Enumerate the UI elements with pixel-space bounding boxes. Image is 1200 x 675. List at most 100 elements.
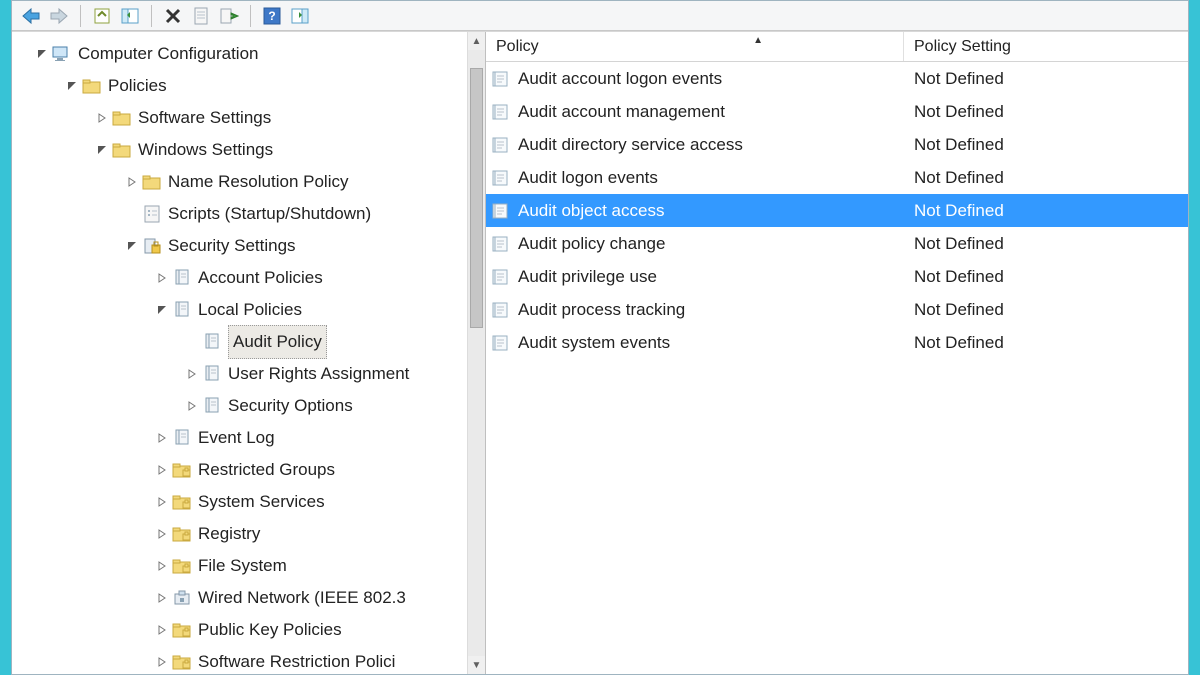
tree-item[interactable]: Windows Settings xyxy=(16,134,485,166)
policy-setting: Not Defined xyxy=(914,168,1004,187)
tree-item[interactable]: Scripts (Startup/Shutdown) xyxy=(16,198,485,230)
folder-icon xyxy=(112,140,132,160)
list-row[interactable]: Audit object access Not Defined xyxy=(486,194,1188,227)
tree-item[interactable]: Software Settings xyxy=(16,102,485,134)
collapse-icon[interactable] xyxy=(154,302,170,318)
policy-setting: Not Defined xyxy=(914,300,1004,319)
policy-name: Audit object access xyxy=(518,201,664,221)
expand-icon[interactable] xyxy=(154,622,170,638)
tree-item-label: Security Settings xyxy=(168,230,296,262)
cell-policy: Audit process tracking xyxy=(486,300,904,320)
expand-icon[interactable] xyxy=(154,270,170,286)
cell-policy: Audit account management xyxy=(486,102,904,122)
collapse-icon[interactable] xyxy=(64,78,80,94)
help-button[interactable]: ? xyxy=(261,5,283,27)
cell-setting: Not Defined xyxy=(904,201,1188,221)
cell-policy: Audit policy change xyxy=(486,234,904,254)
delete-button[interactable] xyxy=(162,5,184,27)
content-split: Computer ConfigurationPoliciesSoftware S… xyxy=(12,31,1188,674)
list-row[interactable]: Audit logon events Not Defined xyxy=(486,161,1188,194)
policy-icon xyxy=(172,300,192,320)
show-hide-action-button[interactable] xyxy=(289,5,311,27)
collapse-icon[interactable] xyxy=(94,142,110,158)
sort-asc-icon: ▲ xyxy=(753,35,763,46)
collapse-icon[interactable] xyxy=(124,238,140,254)
expand-icon[interactable] xyxy=(184,398,200,414)
scroll-up-icon[interactable]: ▲ xyxy=(468,32,485,50)
tree[interactable]: Computer ConfigurationPoliciesSoftware S… xyxy=(12,32,485,674)
tree-item[interactable]: Computer Configuration xyxy=(16,38,485,70)
policy-list[interactable]: Audit account logon eventsNot DefinedAud… xyxy=(486,62,1188,674)
tree-item-label: Software Restriction Polici xyxy=(198,646,395,674)
policy-setting: Not Defined xyxy=(914,201,1004,220)
cell-policy: Audit directory service access xyxy=(486,135,904,155)
cell-setting: Not Defined xyxy=(904,333,1188,353)
tree-item[interactable]: Name Resolution Policy xyxy=(16,166,485,198)
list-row[interactable]: Audit directory service accessNot Define… xyxy=(486,128,1188,161)
list-row[interactable]: Audit privilege useNot Defined xyxy=(486,260,1188,293)
properties-button[interactable] xyxy=(190,5,212,27)
policy-item-icon xyxy=(492,135,512,155)
column-header-label: Policy xyxy=(496,38,539,56)
folderlock-icon xyxy=(172,652,192,672)
list-row[interactable]: Audit policy changeNot Defined xyxy=(486,227,1188,260)
expand-icon[interactable] xyxy=(154,654,170,670)
tree-item[interactable]: User Rights Assignment xyxy=(16,358,485,390)
policy-name: Audit account management xyxy=(518,102,725,122)
expand-icon[interactable] xyxy=(154,462,170,478)
list-row[interactable]: Audit system eventsNot Defined xyxy=(486,326,1188,359)
folderlock-icon xyxy=(172,620,192,640)
tree-item[interactable]: File System xyxy=(16,550,485,582)
up-button[interactable] xyxy=(91,5,113,27)
tree-item[interactable]: System Services xyxy=(16,486,485,518)
tree-item[interactable]: Security Options xyxy=(16,390,485,422)
column-header-label: Policy Setting xyxy=(914,38,1011,56)
tree-item[interactable]: Wired Network (IEEE 802.3 xyxy=(16,582,485,614)
policy-name: Audit logon events xyxy=(518,168,658,188)
folderlock-icon xyxy=(172,556,192,576)
expand-icon[interactable] xyxy=(94,110,110,126)
policy-name: Audit account logon events xyxy=(518,69,722,89)
cell-policy: Audit privilege use xyxy=(486,267,904,287)
scroll-down-icon[interactable]: ▼ xyxy=(468,656,485,674)
tree-item-label: Audit Policy xyxy=(228,325,327,359)
tree-item[interactable]: Account Policies xyxy=(16,262,485,294)
column-header-policy[interactable]: Policy ▲ xyxy=(486,32,904,61)
expand-icon[interactable] xyxy=(154,494,170,510)
tree-item[interactable]: Audit Policy xyxy=(16,326,485,358)
tree-item[interactable]: Event Log xyxy=(16,422,485,454)
forward-button[interactable] xyxy=(48,5,70,27)
tree-item[interactable]: Registry xyxy=(16,518,485,550)
scroll-track[interactable] xyxy=(468,50,485,656)
cell-setting: Not Defined xyxy=(904,102,1188,122)
tree-item[interactable]: Local Policies xyxy=(16,294,485,326)
export-button[interactable] xyxy=(218,5,240,27)
list-row[interactable]: Audit account logon eventsNot Defined xyxy=(486,62,1188,95)
back-button[interactable] xyxy=(20,5,42,27)
policy-item-icon xyxy=(492,234,512,254)
tree-item-label: Software Settings xyxy=(138,102,271,134)
list-row[interactable]: Audit account management Not Defined xyxy=(486,95,1188,128)
tree-item[interactable]: Security Settings xyxy=(16,230,485,262)
scroll-thumb[interactable] xyxy=(470,68,483,328)
expand-icon[interactable] xyxy=(154,526,170,542)
policy-item-icon xyxy=(492,267,512,287)
policy-name: Audit process tracking xyxy=(518,300,685,320)
tree-item[interactable]: Software Restriction Polici xyxy=(16,646,485,674)
expand-icon[interactable] xyxy=(154,430,170,446)
list-row[interactable]: Audit process tracking Not Defined xyxy=(486,293,1188,326)
tree-item[interactable]: Restricted Groups xyxy=(16,454,485,486)
tree-item[interactable]: Policies xyxy=(16,70,485,102)
expand-icon[interactable] xyxy=(124,174,140,190)
tree-item-label: Registry xyxy=(198,518,260,550)
tree-item-label: Windows Settings xyxy=(138,134,273,166)
expand-icon[interactable] xyxy=(154,590,170,606)
expand-icon[interactable] xyxy=(154,558,170,574)
collapse-icon[interactable] xyxy=(34,46,50,62)
expand-icon[interactable] xyxy=(184,366,200,382)
column-header-setting[interactable]: Policy Setting xyxy=(904,32,1188,61)
show-hide-tree-button[interactable] xyxy=(119,5,141,27)
tree-scrollbar[interactable]: ▲ ▼ xyxy=(467,32,485,674)
tree-item[interactable]: Public Key Policies xyxy=(16,614,485,646)
tree-item-label: Local Policies xyxy=(198,294,302,326)
